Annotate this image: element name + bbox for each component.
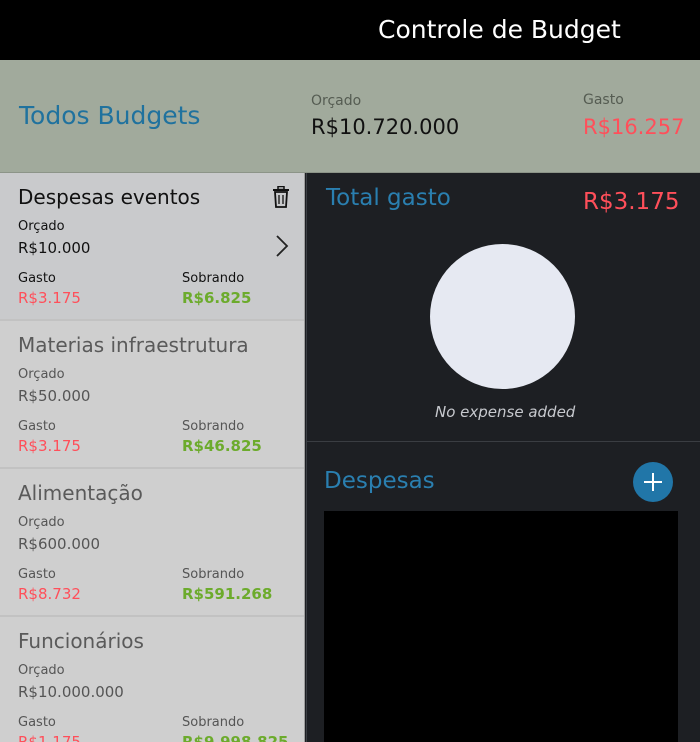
empty-expense-message: No expense added	[435, 403, 576, 421]
expense-list[interactable]	[324, 511, 678, 742]
total-spent-value: R$16.257	[583, 115, 685, 139]
budget-card-alimentacao[interactable]: Alimentação Orçado R$600.000 Gasto R$8.7…	[0, 469, 304, 617]
total-spent-label: Gasto	[583, 92, 624, 108]
chevron-right-icon[interactable]	[274, 234, 290, 258]
summary-bar: Todos Budgets Orçado R$10.720.000 Gasto …	[0, 60, 700, 173]
budget-card-funcionarios[interactable]: Funcionários Orçado R$10.000.000 Gasto R…	[0, 617, 304, 742]
section-divider	[307, 441, 700, 442]
budget-detail-panel: Total gasto R$3.175 No expense added Des…	[306, 173, 700, 742]
budget-orcado-label: Orçado	[18, 515, 65, 530]
budget-orcado-value: R$600.000	[18, 535, 100, 553]
budget-name: Funcionários	[18, 629, 144, 653]
budget-gasto-value: R$1.175	[18, 733, 81, 742]
budget-gasto-label: Gasto	[18, 271, 56, 286]
budget-list[interactable]: Despesas eventos Orçado R$10.000 Gasto R…	[0, 173, 305, 742]
budget-name: Alimentação	[18, 481, 143, 505]
budget-card-despesas-eventos[interactable]: Despesas eventos Orçado R$10.000 Gasto R…	[0, 173, 304, 321]
budget-orcado-label: Orçado	[18, 367, 65, 382]
budget-name: Despesas eventos	[18, 185, 201, 209]
budget-app: Controle de Budget Todos Budgets Orçado …	[0, 0, 700, 742]
total-gasto-title: Total gasto	[326, 185, 451, 211]
budget-sobrando-value: R$6.825	[182, 289, 252, 307]
budget-sobrando-label: Sobrando	[182, 715, 245, 730]
add-expense-button[interactable]	[633, 462, 673, 502]
budget-sobrando-value: R$46.825	[182, 437, 262, 455]
budget-name: Materias infraestrutura	[18, 333, 249, 357]
plus-icon	[644, 473, 662, 491]
budget-orcado-value: R$10.000.000	[18, 683, 124, 701]
total-gasto-value: R$3.175	[583, 189, 680, 215]
all-budgets-heading: Todos Budgets	[19, 101, 201, 130]
budget-gasto-label: Gasto	[18, 419, 56, 434]
budget-sobrando-value: R$591.268	[182, 585, 273, 603]
budget-orcado-label: Orçado	[18, 219, 65, 234]
budget-gasto-label: Gasto	[18, 715, 56, 730]
budget-sobrando-value: R$9.998.825	[182, 733, 289, 742]
expense-pie-chart	[430, 244, 575, 389]
budget-gasto-label: Gasto	[18, 567, 56, 582]
budget-gasto-value: R$3.175	[18, 289, 81, 307]
budget-sobrando-label: Sobrando	[182, 567, 245, 582]
budget-gasto-value: R$8.732	[18, 585, 81, 603]
budget-sobrando-label: Sobrando	[182, 271, 245, 286]
budget-orcado-value: R$50.000	[18, 387, 91, 405]
budget-gasto-value: R$3.175	[18, 437, 81, 455]
despesas-title: Despesas	[324, 468, 435, 494]
budget-sobrando-label: Sobrando	[182, 419, 245, 434]
trash-icon[interactable]	[272, 185, 290, 208]
total-budget-value: R$10.720.000	[311, 115, 460, 139]
total-budget-label: Orçado	[311, 93, 362, 109]
budget-orcado-value: R$10.000	[18, 239, 91, 257]
app-title: Controle de Budget	[378, 15, 621, 44]
budget-orcado-label: Orçado	[18, 663, 65, 678]
top-bar: Controle de Budget	[0, 0, 700, 60]
budget-card-materias-infraestrutura[interactable]: Materias infraestrutura Orçado R$50.000 …	[0, 321, 304, 469]
